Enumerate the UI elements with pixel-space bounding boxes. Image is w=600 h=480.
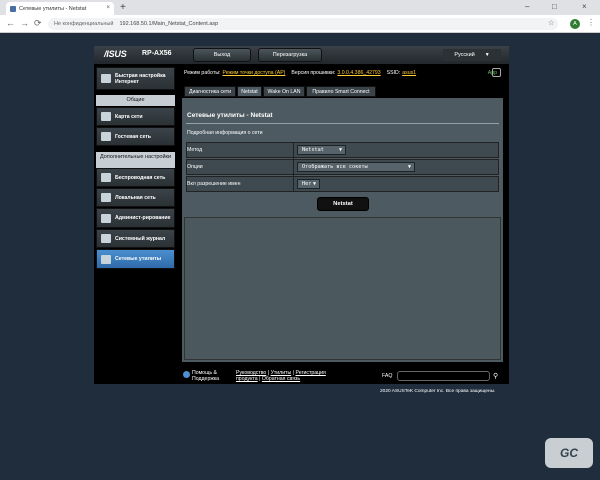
sidebar-item-lan[interactable]: Локальная сеть — [96, 188, 175, 207]
method-select[interactable]: Netstat ▼ — [297, 145, 346, 155]
sidebar-item-system-log[interactable]: Системный журнал — [96, 229, 175, 248]
sidebar-item-label: Карта сети — [115, 113, 143, 120]
ssid-label: SSID: — [386, 70, 401, 76]
language-select[interactable]: Русский ▼ — [443, 49, 501, 61]
status-bar: Режим работы: Режим точки доступа (AP) В… — [184, 67, 509, 79]
netstat-output-area[interactable] — [184, 217, 501, 360]
options-label: Опции — [187, 164, 203, 170]
sidebar-item-label: Быстрая настройка Интернет — [115, 72, 166, 85]
asus-logo: /ISUS — [104, 49, 127, 59]
tab-wake-on-lan[interactable]: Wake On LAN — [263, 86, 305, 97]
sidebar-item-guest-network[interactable]: Гостевая сеть — [96, 127, 175, 146]
resolve-names-label: Вкл разрешение имен — [187, 181, 241, 187]
browser-tab[interactable]: Сетевые утилиты - Netstat × — [6, 2, 114, 15]
profile-avatar[interactable]: A — [570, 19, 580, 29]
method-label: Метод — [187, 147, 203, 153]
sidebar-header-general: Общие — [96, 95, 175, 106]
tab-network-diagnostics[interactable]: Диагностика сети — [184, 86, 236, 97]
minimize-window-button[interactable]: – — [525, 2, 529, 11]
copyright-text: 2020 ASUSTeK Computer Inc. Все права защ… — [380, 389, 496, 394]
resolve-names-value: Нет — [302, 181, 312, 187]
sidebar-item-label: Сетевые утилиты — [115, 256, 162, 262]
sidebar-item-administration[interactable]: Админист-рирование — [96, 208, 175, 228]
guest-network-icon — [101, 132, 111, 141]
mode-label: Режим работы: — [184, 70, 221, 76]
close-tab-icon[interactable]: × — [106, 5, 110, 11]
reload-button[interactable]: ⟳ — [34, 18, 42, 29]
sidebar-item-network-tools[interactable]: Сетевые утилиты — [96, 249, 175, 269]
sidebar-item-label: Локальная сеть — [115, 194, 156, 201]
site-watermark-logo: GC — [545, 438, 593, 468]
mode-link[interactable]: Режим точки доступа (AP) — [223, 70, 286, 76]
sidebar-item-label: Беспроводная сеть — [115, 174, 166, 181]
firmware-link[interactable]: 3.0.0.4.386_42793 — [337, 70, 380, 76]
method-value: Netstat — [302, 147, 324, 153]
reboot-button[interactable]: Перезагрузка — [258, 48, 322, 62]
chevron-down-icon: ▼ — [312, 181, 316, 187]
form-column-divider — [293, 142, 294, 192]
product-registration-link[interactable]: продукта — [236, 376, 258, 382]
admin-icon — [101, 213, 111, 223]
lan-icon — [101, 193, 111, 202]
title-divider — [186, 123, 499, 124]
sidebar-item-label: Админист-рирование — [115, 215, 171, 221]
wireless-icon — [101, 173, 111, 182]
new-tab-button[interactable]: + — [120, 2, 126, 13]
chevron-down-icon: ▼ — [484, 52, 490, 58]
faq-search-input[interactable] — [397, 371, 490, 381]
url-field[interactable]: Не конфиденциальный 192.168.50.1/Main_Ne… — [48, 18, 558, 30]
page-favicon-icon — [10, 5, 16, 12]
usb-status-icon[interactable] — [492, 68, 501, 77]
security-indicator[interactable]: Не конфиденциальный — [54, 21, 113, 27]
url-text: 192.168.50.1/Main_Netstat_Content.asp — [119, 21, 219, 27]
chevron-down-icon: ▼ — [407, 164, 411, 170]
footer-links-line2: продукта | Обратная связь — [236, 376, 300, 382]
bookmark-star-icon[interactable]: ☆ — [548, 19, 554, 27]
ssid-link[interactable]: asus1 — [402, 70, 416, 76]
options-select[interactable]: Отображать все сокеты ▼ — [297, 162, 415, 172]
resolve-names-select[interactable]: Нет ▼ — [297, 179, 320, 189]
help-support-link[interactable]: Помощь & Поддержка — [192, 370, 228, 382]
logout-button[interactable]: Выход — [193, 48, 251, 62]
page-title: Сетевые утилиты - Netstat — [187, 112, 273, 119]
search-icon[interactable]: ⚲ — [493, 372, 498, 380]
language-value: Русский — [454, 52, 475, 58]
browser-menu-icon[interactable]: ⋮ — [587, 18, 595, 27]
tab-netstat[interactable]: Netstat — [237, 86, 262, 97]
network-tools-icon — [101, 254, 111, 264]
network-map-icon — [101, 112, 111, 121]
sidebar-item-quick-setup[interactable]: Быстрая настройка Интернет — [96, 67, 175, 90]
sidebar-header-advanced: Дополнительные настройки — [96, 152, 175, 168]
firmware-label: Версия прошивки: — [291, 70, 336, 76]
sidebar-item-label: Гостевая сеть — [115, 133, 151, 140]
forward-button[interactable]: → — [20, 18, 29, 28]
chevron-down-icon: ▼ — [338, 147, 342, 153]
feedback-link[interactable]: Обратная связь — [262, 376, 300, 382]
tab-smart-connect-rule[interactable]: Правило Smart Connect — [306, 86, 376, 97]
sidebar-item-network-map[interactable]: Карта сети — [96, 107, 175, 126]
close-window-button[interactable]: × — [582, 2, 587, 11]
footer-separator: | — [259, 376, 261, 382]
router-model: RP-AX56 — [142, 50, 172, 57]
run-netstat-button[interactable]: Netstat — [317, 197, 369, 211]
system-log-icon — [101, 234, 111, 243]
back-button[interactable]: ← — [6, 18, 15, 28]
options-value: Отображать все сокеты — [302, 164, 368, 170]
sidebar-item-wireless[interactable]: Беспроводная сеть — [96, 168, 175, 187]
tab-title: Сетевые утилиты - Netstat — [19, 5, 87, 12]
sidebar-item-label: Системный журнал — [115, 235, 166, 242]
wizard-icon — [101, 74, 111, 83]
help-icon — [183, 371, 190, 378]
maximize-window-button[interactable]: □ — [552, 2, 557, 11]
section-subtitle: Подробная информация о сети — [187, 130, 263, 136]
faq-label: FAQ — [382, 373, 393, 379]
